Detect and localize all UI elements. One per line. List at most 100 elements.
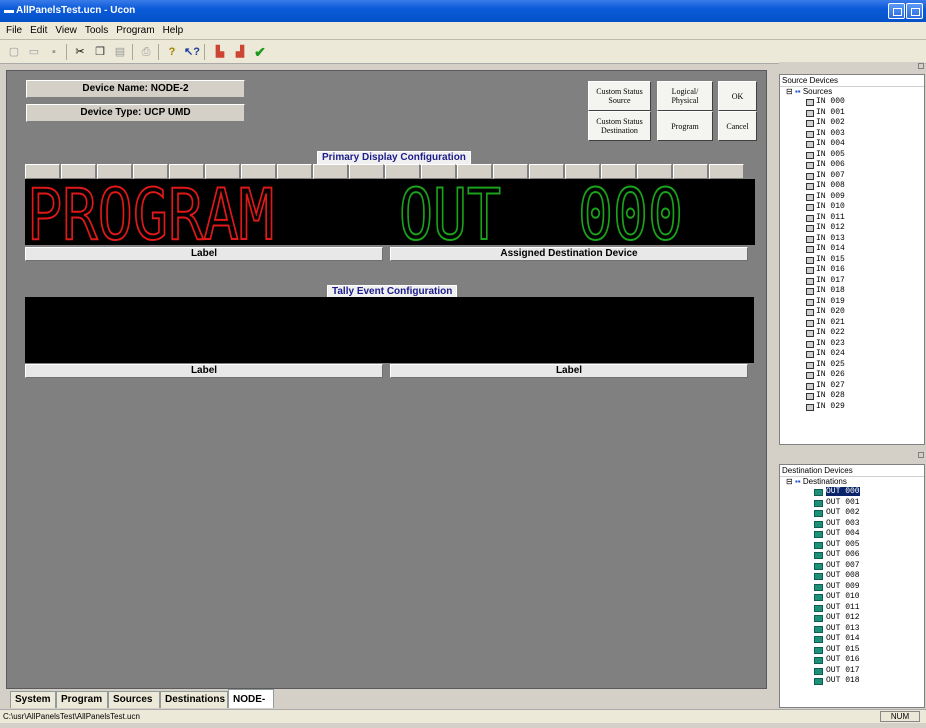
source-item[interactable]: IN 017 xyxy=(780,276,924,287)
program-button[interactable]: Program xyxy=(657,111,713,141)
destination-item[interactable]: OUT 012 xyxy=(780,613,924,624)
tab-node-2[interactable]: NODE-2 xyxy=(228,689,274,724)
source-item[interactable]: IN 008 xyxy=(780,181,924,192)
collapse-icon[interactable]: ⊟ xyxy=(786,477,793,486)
cancel-button[interactable]: Cancel xyxy=(718,111,757,141)
help-icon[interactable]: ? xyxy=(164,44,180,60)
tab-sources[interactable]: Sources xyxy=(108,691,160,708)
destination-item[interactable]: OUT 007 xyxy=(780,561,924,572)
display-segment[interactable] xyxy=(97,164,132,179)
ok-button[interactable]: OK xyxy=(718,81,757,111)
open-icon[interactable]: ▭ xyxy=(26,44,42,60)
display-segment[interactable] xyxy=(133,164,168,179)
source-item[interactable]: IN 026 xyxy=(780,370,924,381)
destination-item[interactable]: OUT 010 xyxy=(780,592,924,603)
source-item[interactable]: IN 006 xyxy=(780,160,924,171)
tally-label-left[interactable]: Label xyxy=(25,364,383,378)
source-panel-splitter[interactable] xyxy=(779,62,925,70)
display-segment[interactable] xyxy=(385,164,420,179)
source-item[interactable]: IN 003 xyxy=(780,129,924,140)
destination-item[interactable]: OUT 011 xyxy=(780,603,924,614)
custom-status-destination-button[interactable]: Custom Status Destination xyxy=(588,111,651,141)
cut-icon[interactable]: ✂ xyxy=(72,44,88,60)
source-item[interactable]: IN 020 xyxy=(780,307,924,318)
source-item[interactable]: IN 005 xyxy=(780,150,924,161)
primary-label-left[interactable]: Label xyxy=(25,247,383,261)
source-item[interactable]: IN 022 xyxy=(780,328,924,339)
custom-status-source-button[interactable]: Custom Status Source xyxy=(588,81,651,111)
display-segment[interactable] xyxy=(241,164,276,179)
display-segment[interactable] xyxy=(529,164,564,179)
destination-item[interactable]: OUT 015 xyxy=(780,645,924,656)
display-segment[interactable] xyxy=(493,164,528,179)
tab-program[interactable]: Program xyxy=(56,691,108,708)
import-icon[interactable]: ▙ xyxy=(212,44,228,60)
paste-icon[interactable]: ▤ xyxy=(112,44,128,60)
primary-label-right[interactable]: Assigned Destination Device xyxy=(390,247,748,261)
destination-item[interactable]: OUT 002 xyxy=(780,508,924,519)
display-segment[interactable] xyxy=(637,164,672,179)
destination-item[interactable]: OUT 001 xyxy=(780,498,924,509)
source-item[interactable]: IN 024 xyxy=(780,349,924,360)
check-icon[interactable]: ✔ xyxy=(252,44,268,60)
menu-help[interactable]: Help xyxy=(159,22,188,36)
source-item[interactable]: IN 001 xyxy=(780,108,924,119)
display-segment[interactable] xyxy=(205,164,240,179)
source-item[interactable]: IN 023 xyxy=(780,339,924,350)
source-item[interactable]: IN 007 xyxy=(780,171,924,182)
source-item[interactable]: IN 029 xyxy=(780,402,924,413)
display-segment[interactable] xyxy=(25,164,60,179)
print-icon[interactable]: ⎙ xyxy=(138,44,154,60)
display-segment[interactable] xyxy=(349,164,384,179)
source-item[interactable]: IN 013 xyxy=(780,234,924,245)
destination-item[interactable]: OUT 003 xyxy=(780,519,924,530)
source-item[interactable]: IN 021 xyxy=(780,318,924,329)
display-segment[interactable] xyxy=(709,164,744,179)
pin-icon[interactable] xyxy=(918,63,924,69)
copy-icon[interactable]: ❐ xyxy=(92,44,108,60)
destination-item[interactable]: OUT 016 xyxy=(780,655,924,666)
collapse-icon[interactable]: ⊟ xyxy=(786,87,793,96)
source-item[interactable]: IN 012 xyxy=(780,223,924,234)
menu-file[interactable]: File xyxy=(0,22,26,36)
menu-program[interactable]: Program xyxy=(112,22,158,36)
menu-tools[interactable]: Tools xyxy=(81,22,112,36)
destination-item[interactable]: OUT 014 xyxy=(780,634,924,645)
pin-icon[interactable] xyxy=(918,452,924,458)
destination-item[interactable]: OUT 000 xyxy=(780,487,924,498)
display-segment[interactable] xyxy=(421,164,456,179)
destination-panel-splitter[interactable] xyxy=(779,451,925,459)
menu-view[interactable]: View xyxy=(51,22,81,36)
sources-root[interactable]: ⊟ ▪▪ Sources xyxy=(780,87,924,97)
destination-item[interactable]: OUT 005 xyxy=(780,540,924,551)
source-item[interactable]: IN 004 xyxy=(780,139,924,150)
logical-physical-button[interactable]: Logical/ Physical xyxy=(657,81,713,111)
export-icon[interactable]: ▟ xyxy=(232,44,248,60)
display-segment[interactable] xyxy=(565,164,600,179)
display-segment[interactable] xyxy=(457,164,492,179)
destination-item[interactable]: OUT 013 xyxy=(780,624,924,635)
tally-label-right[interactable]: Label xyxy=(390,364,748,378)
source-item[interactable]: IN 028 xyxy=(780,391,924,402)
display-segment[interactable] xyxy=(61,164,96,179)
minimize-button[interactable] xyxy=(888,3,905,19)
display-segment[interactable] xyxy=(169,164,204,179)
source-item[interactable]: IN 027 xyxy=(780,381,924,392)
destinations-root[interactable]: ⊟ ▪▪ Destinations xyxy=(780,477,924,487)
destination-item[interactable]: OUT 008 xyxy=(780,571,924,582)
destination-item[interactable]: OUT 006 xyxy=(780,550,924,561)
destination-item[interactable]: OUT 018 xyxy=(780,676,924,687)
save-icon[interactable]: ▪ xyxy=(46,44,62,60)
display-segment[interactable] xyxy=(313,164,348,179)
destination-item[interactable]: OUT 004 xyxy=(780,529,924,540)
destination-item[interactable]: OUT 009 xyxy=(780,582,924,593)
source-item[interactable]: IN 014 xyxy=(780,244,924,255)
source-item[interactable]: IN 016 xyxy=(780,265,924,276)
source-item[interactable]: IN 009 xyxy=(780,192,924,203)
display-segment[interactable] xyxy=(673,164,708,179)
menu-edit[interactable]: Edit xyxy=(26,22,51,36)
source-item[interactable]: IN 011 xyxy=(780,213,924,224)
source-item[interactable]: IN 000 xyxy=(780,97,924,108)
source-item[interactable]: IN 002 xyxy=(780,118,924,129)
source-item[interactable]: IN 025 xyxy=(780,360,924,371)
